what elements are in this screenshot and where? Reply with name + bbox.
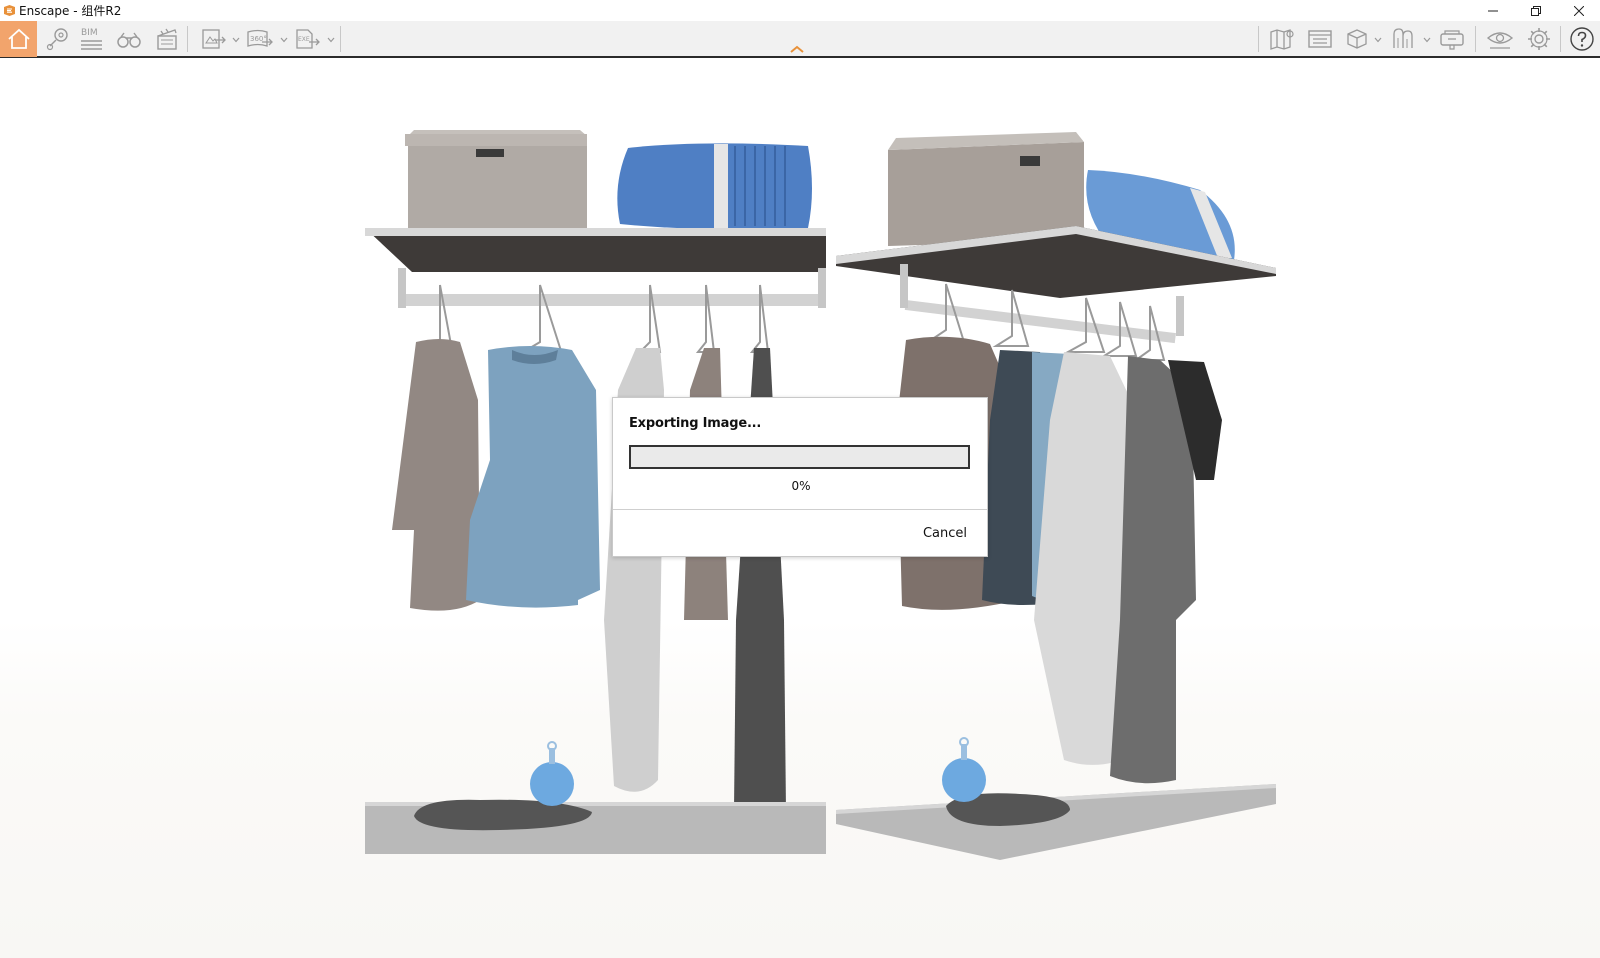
binoculars-icon: [117, 32, 141, 48]
home-icon: [7, 28, 30, 49]
window-title: Enscape - 组件R2: [19, 4, 122, 18]
settings-gear-icon: [1528, 28, 1550, 50]
panorama-export-button[interactable]: 360°: [244, 21, 276, 57]
help-icon: [1570, 27, 1594, 51]
map-icon: [1270, 29, 1294, 50]
dialog-divider: [613, 509, 987, 510]
svg-text:EXE: EXE: [298, 36, 310, 43]
visual-settings-button[interactable]: [1482, 21, 1518, 57]
clapperboard-icon: [157, 28, 177, 50]
settings-button[interactable]: [1522, 21, 1556, 57]
minimize-icon: [1487, 10, 1498, 11]
help-button[interactable]: [1566, 21, 1598, 57]
panorama-360-export-icon: 360°: [247, 29, 273, 47]
screenshot-export-button[interactable]: [199, 21, 229, 57]
chevron-down-icon[interactable]: [280, 36, 288, 44]
visual-settings-icon: [1486, 32, 1514, 49]
bim-button[interactable]: BIM: [78, 21, 106, 57]
chevron-down-icon[interactable]: [232, 36, 240, 44]
bim-icon: BIM: [81, 28, 102, 50]
progress-percent-label: 0%: [791, 479, 811, 493]
chevron-down-icon[interactable]: [327, 36, 335, 44]
chevron-down-icon[interactable]: [1423, 36, 1431, 44]
svg-text:BIM: BIM: [81, 28, 98, 38]
enscape-logo-icon: [2, 4, 16, 18]
material-editor-icon: [1393, 28, 1413, 48]
asset-library-button[interactable]: [1304, 21, 1336, 57]
cube-view-icon: [1347, 29, 1367, 49]
material-editor-button[interactable]: [1388, 21, 1420, 57]
restore-button[interactable]: [1514, 0, 1557, 21]
map-button[interactable]: [1266, 21, 1298, 57]
location-pin-icon: [46, 28, 68, 51]
export-progress-dialog: Exporting Image... 0% Cancel: [612, 397, 988, 557]
cancel-button[interactable]: Cancel: [923, 526, 967, 541]
toolbar: BIM 360° EXE: [0, 21, 1600, 58]
chevron-down-icon[interactable]: [1374, 36, 1382, 44]
cube-view-button[interactable]: [1342, 21, 1372, 57]
minimize-button[interactable]: [1471, 0, 1514, 21]
collapse-toolbar-icon[interactable]: [789, 44, 805, 54]
video-editor-button[interactable]: [152, 21, 182, 57]
asset-library-icon: [1308, 30, 1332, 48]
vr-headset-button[interactable]: [1436, 21, 1468, 57]
close-button[interactable]: [1557, 0, 1600, 21]
home-button[interactable]: [0, 21, 37, 57]
screenshot-export-icon: [202, 29, 226, 49]
exe-export-icon: EXE: [296, 29, 320, 49]
restore-icon: [1530, 5, 1541, 16]
close-icon: [1573, 5, 1584, 16]
walk-mode-button[interactable]: [114, 21, 144, 57]
title-bar: Enscape - 组件R2: [0, 0, 1600, 21]
exe-export-button[interactable]: EXE: [293, 21, 323, 57]
dialog-title: Exporting Image...: [629, 416, 762, 431]
export-progress-bar: [629, 445, 970, 469]
view-management-button[interactable]: [40, 21, 76, 57]
vr-headset-icon: [1440, 30, 1464, 50]
